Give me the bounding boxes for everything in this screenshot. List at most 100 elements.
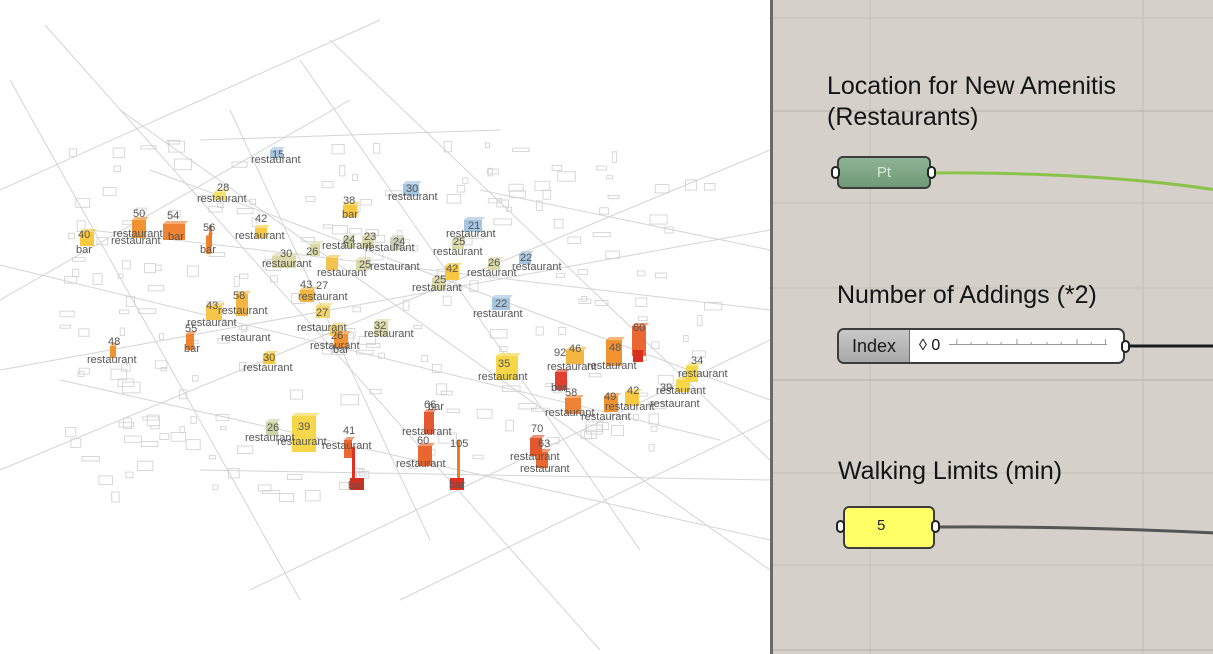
building-footprint [322,224,334,229]
building-footprint [446,194,462,204]
location-group-title: Location for New Amenitis (Restaurants) [827,71,1116,133]
building-footprint [421,355,428,363]
amenity-label: 43 [206,300,218,312]
amenity-label: restaurant [478,371,528,383]
building-footprint [352,173,358,181]
amenity-label: restaurant [235,230,285,242]
building-footprint [137,460,154,471]
amenity-label: 58 [233,290,245,302]
building-footprint [191,375,199,382]
building-footprint [583,431,593,440]
amenity-label: restaurant [656,385,706,397]
building-footprint [557,171,576,182]
amenity-label: restaurant [433,246,483,258]
building-footprint [486,168,499,175]
amenity-label: restaurant [262,258,312,270]
amenity-label: restaurant [510,451,560,463]
building-footprint [160,366,167,372]
building-footprint [339,165,346,177]
building-footprint [596,165,608,171]
amenity-label: restaurant [388,191,438,203]
rhino-viewport[interactable]: 15 restaurant 28 restaurant 38 bar 30 restauran… [0,0,770,654]
slider-value: ◊ 0 [919,337,941,354]
building-footprint [551,164,563,172]
building-footprint [635,297,648,307]
building-footprint [159,333,165,340]
amenity-label: 38 [343,195,355,207]
building-footprint [111,491,120,503]
amenity-label: 55 [185,323,197,335]
building-footprint [233,276,240,288]
amenity-label: 26 [306,246,318,258]
building-footprint [599,207,609,215]
building-footprint [185,439,201,451]
building-footprint [72,268,80,277]
amenity-label: 48 [108,336,120,348]
point-parameter[interactable]: Pt [837,156,931,189]
building-footprint [413,324,423,330]
amenity-label: restaurant [87,354,137,366]
amenity-label: 92 [554,347,566,359]
building-footprint [340,394,359,406]
wire-grey [936,525,1213,535]
building-footprint [683,335,689,342]
amenity-label: bar [333,344,349,356]
amenity-label: restaurant [467,267,517,279]
panel-output-grip[interactable] [931,520,940,533]
building-footprint [446,408,460,413]
amenity-label: 56 [203,222,215,234]
amenity-label: 105 [450,438,468,450]
amenity-label: 27 [316,307,328,319]
building-footprint [649,214,668,225]
building-footprint [472,454,484,460]
amenity-label: restaurant [473,308,523,320]
amenity-label: bar [184,343,200,355]
building-footprint [119,309,130,315]
walking-limit-panel[interactable]: 5 [843,506,935,549]
building-footprint [287,474,303,480]
amenity-label: restaurant [650,398,700,410]
amenity-label: restaurant [365,242,415,254]
building-footprint [155,264,162,272]
building-footprint [654,184,670,194]
amenity-label: 40 [78,229,90,241]
point-output-grip[interactable] [927,166,936,179]
walking-group-title: Walking Limits (min) [838,457,1063,485]
amenity-label: 39 [298,421,310,433]
amenity-label: restaurant [581,411,631,423]
building-footprint [98,475,113,486]
building-footprint [112,147,126,159]
building-footprint [237,445,254,454]
building-footprint [121,260,131,270]
building-footprint [636,270,646,277]
amenity-label: 34 [691,355,703,367]
building-footprint [92,273,103,285]
amenity-label: restaurant [298,291,348,303]
building-footprint [589,373,602,378]
building-footprint [220,426,227,431]
amenity-label: 43 [300,279,312,291]
slider-track[interactable] [949,339,1107,349]
grasshopper-canvas[interactable]: Location for New Amenitis (Restaurants) … [770,0,1213,654]
building-footprint [138,308,157,314]
amenity-label: 42 [446,263,458,275]
building-footprint [534,180,551,191]
building-footprint [59,310,75,318]
building-footprint [697,315,703,326]
addings-group-title: Number of Addings (*2) [837,281,1097,309]
amenity-label: restaurant [251,154,301,166]
index-slider[interactable]: Index ◊ 0 [837,328,1125,364]
point-input-grip[interactable] [831,166,840,179]
panel-input-grip[interactable] [836,520,845,533]
building-footprint [179,426,185,433]
location-title-line2: (Restaurants) [827,103,979,131]
amenity-label: bar [200,244,216,256]
building-footprint [555,272,565,278]
building-footprint [72,257,86,262]
slider-output-grip[interactable] [1121,340,1130,353]
building-footprint [187,265,199,277]
building-footprint [113,165,121,172]
building-footprint [148,285,164,292]
building-footprint [121,381,141,394]
amenity-label: restaurant [512,261,562,273]
